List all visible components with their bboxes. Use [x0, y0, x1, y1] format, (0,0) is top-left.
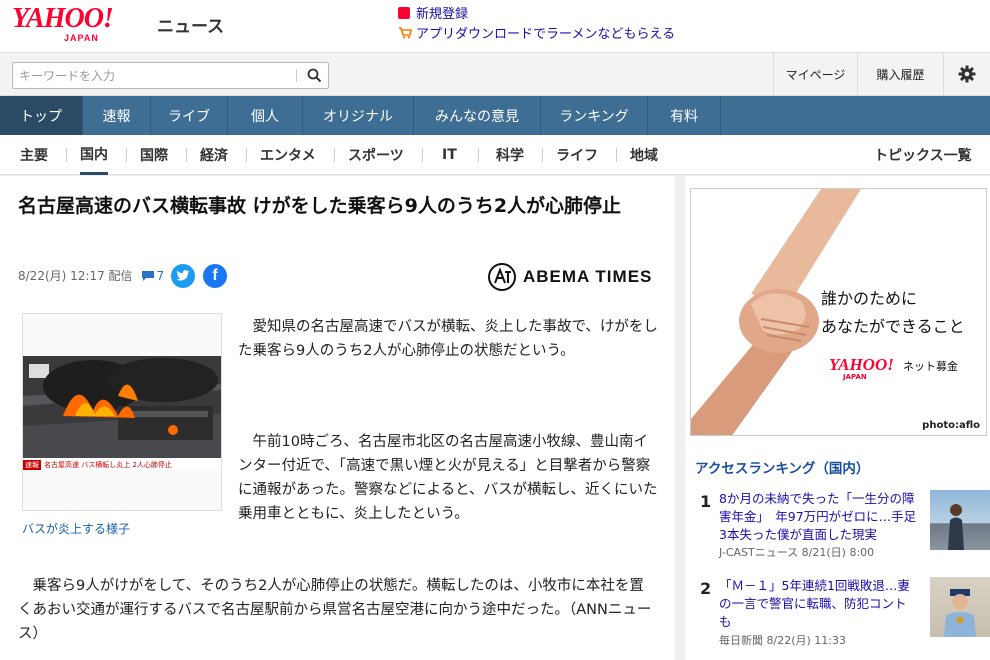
category-region[interactable]: 地域: [630, 135, 658, 175]
category-science[interactable]: 科学: [496, 135, 524, 175]
photo-ticker: 速報 名古屋高速 バス横転し炎上 2人心肺停止: [23, 458, 221, 471]
photo-caption[interactable]: バスが炎上する様子: [22, 520, 130, 537]
main-nav-individual[interactable]: 個人: [228, 96, 303, 135]
search-button[interactable]: [301, 65, 327, 86]
publish-datetime: 8/22(月) 12:17 配信: [18, 269, 133, 283]
ranking-number: 1: [700, 492, 712, 511]
twitter-share-button[interactable]: [171, 264, 195, 288]
category-economy[interactable]: 経済: [200, 135, 228, 175]
category-separator: [422, 148, 423, 162]
main-nav-ranking[interactable]: ランキング: [541, 96, 648, 135]
person-photo: [948, 504, 964, 550]
main-nav-live[interactable]: ライブ: [151, 96, 228, 135]
category-life[interactable]: ライフ: [556, 135, 598, 175]
ad-brand-logo: YAHOO!: [829, 355, 894, 374]
bus-fire-image: [23, 356, 221, 458]
category-international[interactable]: 国際: [140, 135, 168, 175]
police-officer-photo: [944, 589, 976, 637]
signup-label: 新規登録: [416, 7, 469, 22]
category-it[interactable]: IT: [442, 135, 457, 175]
comment-count: 7: [156, 268, 165, 283]
purchase-history-link[interactable]: 購入履歴: [857, 52, 943, 96]
cart-icon: [398, 26, 412, 39]
facebook-share-button[interactable]: f: [203, 264, 227, 288]
category-domestic[interactable]: 国内: [80, 135, 108, 175]
ad-brand: YAHOO! ネット募金: [829, 355, 958, 375]
gear-icon: [958, 65, 976, 83]
category-sports[interactable]: スポーツ: [348, 135, 404, 175]
main-nav-breaking[interactable]: 速報: [83, 96, 151, 135]
ranking-title[interactable]: アクセスランキング（国内）: [695, 457, 869, 477]
logo-sub-text: JAPAN: [64, 33, 99, 43]
ranking-thumbnail: [930, 490, 990, 550]
abema-logo-icon: [488, 263, 516, 291]
search-icon: [307, 68, 321, 83]
article-headline: 名古屋高速のバス横転事故 けがをした乗客ら9人のうち2人が心肺停止: [18, 195, 622, 217]
category-separator: [186, 148, 187, 162]
category-separator: [478, 148, 479, 162]
ad-brand-suffix: ネット募金: [902, 360, 958, 373]
search-input[interactable]: [13, 63, 297, 88]
settings-button[interactable]: [943, 52, 990, 96]
category-separator: [66, 148, 67, 162]
publisher-name: ABEMA TIMES: [523, 267, 653, 286]
article-meta: 8/22(月) 12:17 配信 7: [18, 267, 164, 284]
article-paragraph: 乗客ら9人がけがをして、そのうち2人が心肺停止の状態だ。横転したのは、小牧市に本…: [18, 578, 652, 642]
ranking-thumbnail: [930, 577, 990, 637]
twitter-icon: [176, 270, 190, 281]
article-photo-box[interactable]: 速報 名古屋高速 バス横転し炎上 2人心肺停止: [22, 313, 222, 511]
ranking-item-source: J-CASTニュース 8/21(日) 8:00: [719, 546, 875, 559]
signup-link[interactable]: 新規登録: [398, 3, 468, 22]
comment-icon: [141, 270, 154, 281]
main-nav-top[interactable]: トップ: [0, 96, 83, 135]
ranking-item-source: 毎日新聞 8/22(月) 11:33: [719, 634, 846, 647]
yahoo-japan-logo[interactable]: YAHOO! JAPAN ニュース: [12, 3, 224, 44]
service-name: ニュース: [157, 17, 225, 37]
main-nav: トップ 速報 ライブ 個人 オリジナル みんなの意見 ランキング 有料: [0, 96, 990, 135]
article-paragraph: 午前10時ごろ、名古屋市北区の名古屋高速小牧線、豊山南インター付近で、「高速で黒…: [238, 434, 658, 522]
ranking-item-title: 「Ｍ－１」5年連続1回戦敗退…妻の一言で警官に転職、防犯コント も: [719, 578, 910, 629]
topics-list-link[interactable]: トピックス一覧: [874, 135, 972, 175]
mypage-link[interactable]: マイページ: [773, 52, 857, 96]
category-separator: [126, 148, 127, 162]
category-separator: [542, 148, 543, 162]
publisher-logo[interactable]: ABEMA TIMES: [487, 262, 652, 292]
category-entertainment[interactable]: エンタメ: [260, 135, 316, 175]
main-nav-opinions[interactable]: みんなの意見: [414, 96, 541, 135]
main-nav-original[interactable]: オリジナル: [303, 96, 414, 135]
article-paragraph: 愛知県の名古屋高速でバスが横転、炎上した事故で、けがをした乗客ら9人のうち2人が…: [238, 319, 658, 359]
ad-line-1: 誰かのために: [821, 289, 918, 308]
category-nav: 主要 国内 国際 経済 エンタメ スポーツ IT 科学 ライフ 地域 トピックス…: [0, 135, 990, 175]
category-separator: [246, 148, 247, 162]
logo-text: YAHOO!: [12, 3, 114, 34]
ad-photo-credit: photo:aflo: [922, 420, 980, 431]
paypay-icon: [398, 6, 410, 19]
ad-brand-sub: JAPAN: [843, 373, 867, 381]
app-download-link[interactable]: アプリダウンロードでラーメンなどもらえる: [398, 23, 675, 42]
article: 名古屋高速のバス横転事故 けがをした乗客ら9人のうち2人が心肺停止 8/22(月…: [0, 176, 675, 660]
comment-link[interactable]: 7: [141, 268, 165, 283]
top-bar: YAHOO! JAPAN ニュース 新規登録 アプリダウンロードでラーメンなども…: [0, 0, 990, 52]
ad-line-2: あなたができること: [821, 317, 965, 336]
sidebar: 誰かのために あなたができること YAHOO! ネット募金 JAPAN phot…: [685, 176, 990, 660]
article-photo: 速報 名古屋高速 バス横転し炎上 2人心肺停止: [23, 356, 221, 471]
ranking-number: 2: [700, 579, 712, 598]
category-separator: [616, 148, 617, 162]
app-download-label: アプリダウンロードでラーメンなどもらえる: [416, 27, 676, 42]
category-main[interactable]: 主要: [20, 135, 48, 175]
main-nav-paid[interactable]: 有料: [648, 96, 721, 135]
search-box: [12, 62, 329, 89]
ranking-item-title: 8か月の未納で失った「一生分の障害年金」 年97万円がゼロに…手足3本失った僕が…: [719, 491, 917, 542]
ticker-text: 名古屋高速 バス横転し炎上 2人心肺停止: [44, 460, 172, 469]
facebook-icon: f: [212, 267, 218, 284]
search-divider: [296, 69, 297, 82]
category-separator: [334, 148, 335, 162]
ticker-badge: 速報: [23, 459, 41, 470]
donation-ad-banner[interactable]: 誰かのために あなたができること YAHOO! ネット募金 JAPAN phot…: [690, 188, 987, 436]
